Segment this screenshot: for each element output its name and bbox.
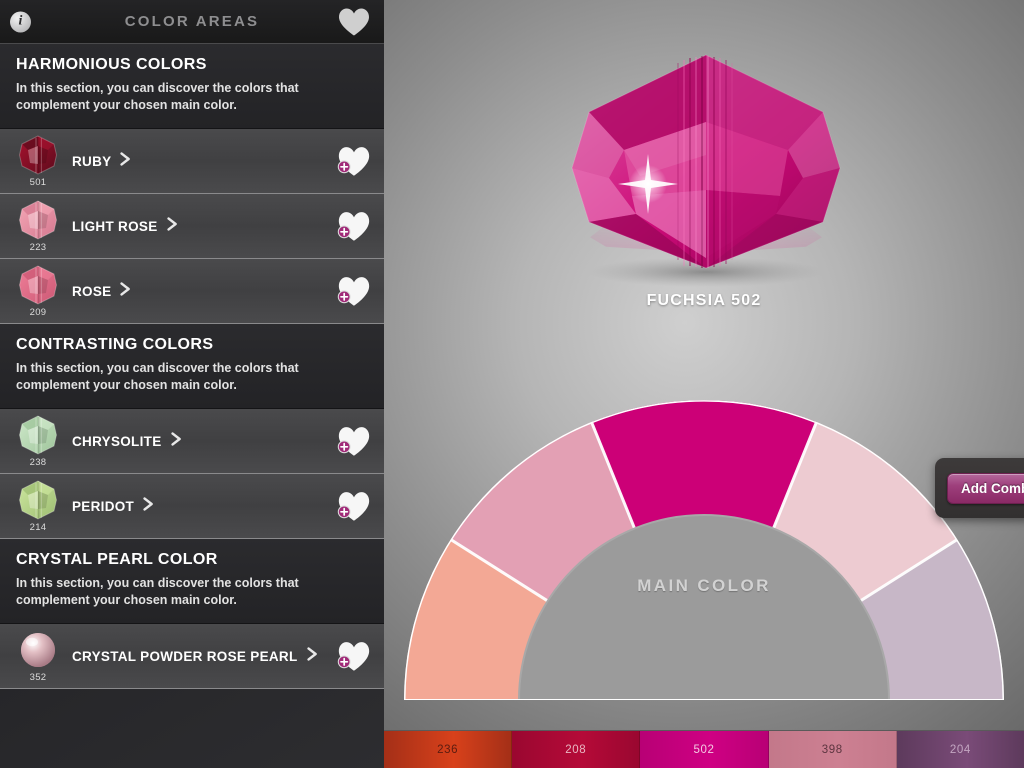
crystal-caption: FUCHSIA 502 (646, 292, 762, 309)
color-swatch-strip: 236 208 502 398 204 (384, 730, 1024, 768)
swatch-code: 502 (693, 743, 715, 756)
swatch-code: 236 (437, 743, 459, 756)
sidebar: i COLOR AREAS HARMONIOUS COLORS In this s… (0, 0, 384, 768)
color-name: RUBY (72, 153, 112, 169)
color-list-item[interactable]: 223 LIGHT ROSE (0, 194, 384, 259)
bead-swatch: 238 (16, 414, 60, 468)
section-header: HARMONIOUS COLORS In this section, you ca… (0, 44, 384, 129)
heart-plus-icon[interactable] (336, 490, 372, 523)
color-code: 214 (29, 522, 47, 533)
color-swatch[interactable]: 236 (384, 731, 513, 768)
chevron-right-icon[interactable] (120, 151, 131, 171)
crystal-bead-icon (18, 479, 58, 521)
color-code: 352 (29, 672, 47, 683)
section-header: CRYSTAL PEARL COLOR In this section, you … (0, 539, 384, 624)
color-name: PERIDOT (72, 498, 135, 514)
color-code: 501 (29, 177, 47, 188)
color-sections-list: HARMONIOUS COLORS In this section, you ca… (0, 44, 384, 689)
color-name: CRYSTAL POWDER ROSE PEARL (72, 648, 298, 664)
heart-plus-icon[interactable] (336, 275, 372, 308)
bead-swatch: 209 (16, 264, 60, 318)
heart-plus-icon[interactable] (336, 145, 372, 178)
color-list-item[interactable]: 352 CRYSTAL POWDER ROSE PEARL (0, 624, 384, 689)
section-description: In this section, you can discover the co… (16, 576, 299, 607)
color-swatch[interactable]: 208 (512, 731, 641, 768)
swatch-code: 208 (565, 743, 587, 756)
heart-plus-icon[interactable] (336, 425, 372, 458)
color-name: LIGHT ROSE (72, 218, 158, 234)
crystal-bead-icon (18, 199, 58, 241)
section-header: CONTRASTING COLORS In this section, you c… (0, 324, 384, 409)
info-icon[interactable]: i (10, 11, 31, 32)
section-title: CRYSTAL PEARL COLOR (16, 551, 218, 568)
color-code: 238 (29, 457, 47, 468)
chevron-right-icon[interactable] (170, 431, 182, 451)
bead-swatch: 214 (16, 479, 60, 533)
color-name-group[interactable]: CHRYSOLITE (72, 431, 182, 451)
crystal-bead-icon (18, 264, 58, 306)
crystal-preview (384, 0, 1024, 330)
bead-swatch: 352 (16, 629, 60, 683)
swatch-code: 398 (821, 743, 843, 756)
section-description: In this section, you can discover the co… (16, 361, 299, 392)
page-title: COLOR AREAS (124, 13, 260, 30)
chevron-right-icon[interactable] (143, 496, 154, 516)
color-swatch[interactable]: 502 (640, 731, 769, 768)
crystal-bead-icon (18, 629, 58, 671)
add-combination-button[interactable]: Add Combination (947, 472, 1024, 504)
main-color-label: MAIN COLOR (637, 576, 771, 595)
color-list-item[interactable]: 214 PERIDOT (0, 474, 384, 539)
app-root: i COLOR AREAS HARMONIOUS COLORS In this s… (0, 0, 1024, 768)
add-options-popup: Add Combination Add Main Color only (935, 458, 1024, 518)
chevron-right-icon[interactable] (120, 281, 131, 301)
crystal-bead-icon (18, 134, 58, 176)
crystal-bead-icon (18, 414, 58, 456)
chevron-right-icon[interactable] (306, 646, 318, 666)
color-list-item[interactable]: 238 CHRYSOLITE (0, 409, 384, 474)
color-name-group[interactable]: PERIDOT (72, 496, 154, 516)
heart-plus-icon[interactable] (336, 210, 372, 243)
color-list-item[interactable]: 501 RUBY (0, 129, 384, 194)
color-swatch[interactable]: 398 (768, 731, 897, 768)
color-code: 209 (29, 307, 47, 318)
main-panel: FUCHSIA 502 MAIN COLOR Add Com 236 208 5… (384, 0, 1024, 768)
sidebar-header: i COLOR AREAS (0, 0, 384, 44)
favorites-heart-icon[interactable] (338, 7, 370, 36)
color-name: ROSE (72, 283, 112, 299)
color-name-group[interactable]: CRYSTAL POWDER ROSE PEARL (72, 646, 318, 666)
chevron-right-icon[interactable] (166, 216, 178, 236)
heart-plus-icon[interactable] (336, 640, 372, 673)
color-name-group[interactable]: RUBY (72, 151, 131, 171)
section-description: In this section, you can discover the co… (16, 81, 299, 112)
color-swatch[interactable]: 204 (896, 731, 1024, 768)
section-title: CONTRASTING COLORS (16, 336, 214, 353)
bead-swatch: 223 (16, 199, 60, 253)
color-name: CHRYSOLITE (72, 433, 162, 449)
swatch-code: 204 (949, 743, 971, 756)
section-title: HARMONIOUS COLORS (16, 56, 207, 73)
bead-swatch: 501 (16, 134, 60, 188)
color-name-group[interactable]: ROSE (72, 281, 131, 301)
color-list-item[interactable]: 209 ROSE (0, 259, 384, 324)
color-code: 223 (29, 242, 47, 253)
color-name-group[interactable]: LIGHT ROSE (72, 216, 178, 236)
color-fan (384, 330, 1024, 730)
